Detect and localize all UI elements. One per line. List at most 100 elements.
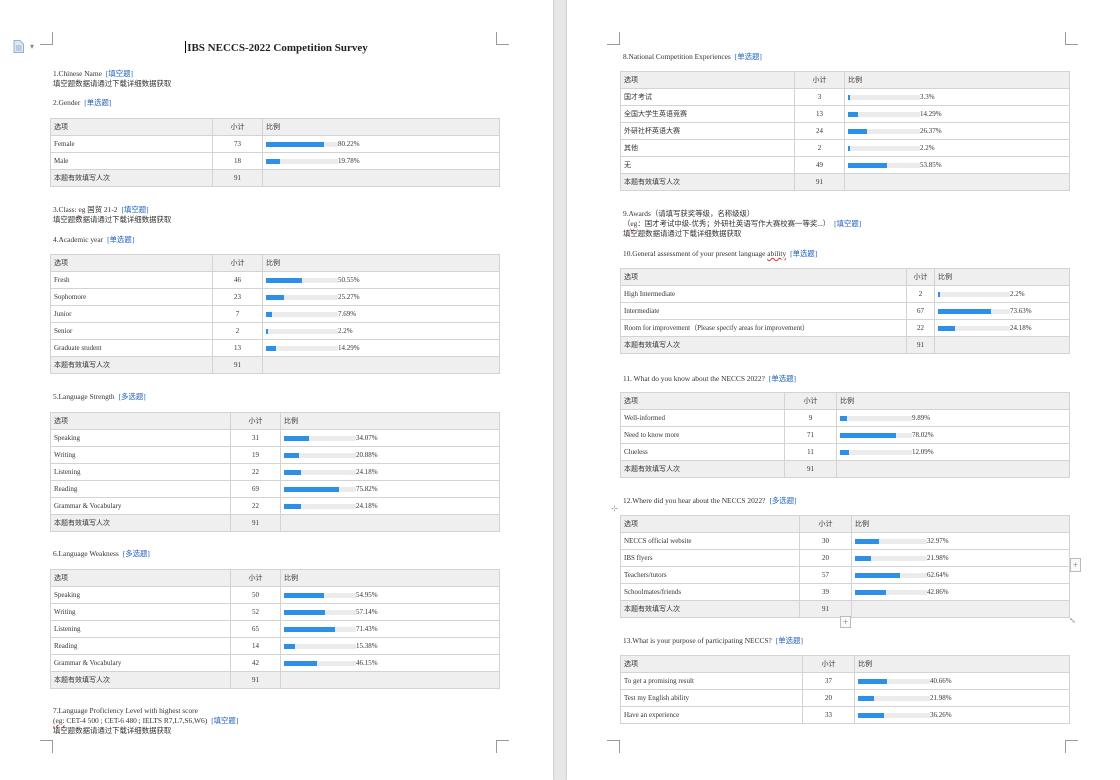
ratio-percent: 80.22% (338, 140, 360, 149)
ratio-bar-fill (284, 503, 302, 509)
header-count: 小计 (230, 569, 281, 587)
ratio-bar (848, 94, 920, 100)
table-total-row: 本题有效填写人次 91 (50, 671, 500, 689)
ratio-percent: 19.78% (338, 157, 360, 166)
valid-total-empty (262, 356, 500, 374)
valid-total-label: 本题有效填写人次 (620, 173, 795, 191)
ratio-bar-fill (284, 452, 300, 458)
table-row: Fresh 46 50.55% (50, 271, 500, 289)
fill-note: 填空题数据请通过下载详细数据获取 (53, 215, 172, 224)
table-row: Reading 14 15.38% (50, 637, 500, 655)
option-count: 20 (799, 549, 852, 567)
option-label: 全国大学生英语竞赛 (620, 105, 795, 123)
ratio-percent: 3.3% (920, 93, 935, 102)
ratio-bar-fill (858, 695, 874, 701)
add-row-button[interactable]: + (840, 616, 851, 628)
question-11: 11. What do you know about the NECCS 202… (623, 374, 796, 384)
ratio-percent: 57.14% (356, 608, 378, 617)
option-ratio: 9.89% (836, 409, 1070, 427)
ratio-percent: 73.63% (1010, 307, 1032, 316)
table-header-row: 选项 小计 比例 (620, 515, 1070, 533)
question-6: 6.Language Weakness [多选题] (53, 549, 150, 559)
q13-results-table: 选项 小计 比例 To get a promising result 37 40.66% T… (620, 655, 1070, 724)
option-ratio: 7.69% (262, 305, 500, 323)
option-ratio: 3.3% (844, 88, 1070, 106)
header-ratio: 比例 (844, 71, 1070, 89)
option-ratio: 25.27% (262, 288, 500, 306)
table-move-handle-icon[interactable]: ⊹ (611, 504, 618, 513)
add-column-button[interactable]: + (1070, 558, 1081, 572)
q6-results-table: 选项 小计 比例 Speaking 50 54.95% Writing 52 57.14% Lis… (50, 569, 500, 689)
option-label: Need to know more (620, 426, 785, 444)
question-type-tag: [单选题] (734, 52, 762, 61)
ratio-bar-fill (284, 660, 318, 666)
ratio-bar (266, 311, 338, 317)
option-count: 46 (212, 271, 263, 289)
option-ratio: 53.85% (844, 156, 1070, 174)
option-label: Junior (50, 305, 213, 323)
question-label: 8.National Competition Experiences (623, 52, 731, 61)
header-count: 小计 (906, 268, 935, 286)
option-label: Grammar & Vocabulary (50, 497, 231, 515)
table-resize-handle-icon[interactable]: ⤡ (1069, 616, 1076, 625)
ratio-bar-fill (266, 311, 272, 317)
ratio-bar-fill (266, 345, 277, 351)
table-row: Writing 19 20.88% (50, 446, 500, 464)
ratio-bar (848, 128, 920, 134)
ratio-bar-fill (284, 469, 302, 475)
ratio-bar-fill (284, 643, 296, 649)
question-2: 2.Gender [单选题] (53, 98, 111, 108)
ratio-bar-fill (848, 145, 850, 151)
option-label: 无 (620, 156, 795, 174)
valid-total-empty (262, 169, 500, 187)
ratio-bar (266, 328, 338, 334)
option-count: 31 (230, 429, 281, 447)
ratio-bar (284, 626, 356, 632)
ratio-percent: 9.89% (912, 414, 931, 423)
table-row: Male 18 19.78% (50, 152, 500, 170)
header-option: 选项 (620, 392, 785, 410)
question-type-tag: [多选题] (769, 496, 797, 505)
ratio-bar (284, 469, 356, 475)
q4-results-table: 选项 小计 比例 Fresh 46 50.55% Sophomore 23 25.27% Juni… (50, 254, 500, 374)
table-row: 无 49 53.85% (620, 156, 1070, 174)
question-type-tag: [多选题] (122, 549, 150, 558)
valid-total-label: 本题有效填写人次 (50, 356, 213, 374)
ratio-bar-fill (284, 435, 309, 441)
table-total-row: 本题有效填写人次 91 (50, 514, 500, 532)
ratio-percent: 24.18% (356, 468, 378, 477)
option-label: IBS flyers (620, 549, 800, 567)
option-ratio: 34.07% (280, 429, 500, 447)
option-ratio: 20.88% (280, 446, 500, 464)
table-row: 外研社杯英语大赛 24 26.37% (620, 122, 1070, 140)
ratio-percent: 36.26% (930, 711, 952, 720)
ratio-bar (284, 660, 356, 666)
crop-mark (496, 740, 509, 753)
ratio-bar (938, 291, 1010, 297)
question-label: 2.Gender (53, 98, 81, 107)
option-label: Teachers/tutors (620, 566, 800, 584)
header-ratio: 比例 (280, 412, 500, 430)
valid-total-count: 91 (230, 514, 281, 532)
document-page-right: 8.National Competition Experiences [单选题] … (567, 0, 1120, 780)
question-type-tag: [多选题] (118, 392, 146, 401)
ratio-bar-fill (840, 415, 848, 421)
option-ratio: 62.64% (851, 566, 1070, 584)
option-label: To get a promising result (620, 672, 803, 690)
header-count: 小计 (212, 118, 263, 136)
option-count: 13 (212, 339, 263, 357)
option-count: 37 (802, 672, 855, 690)
option-label: Intermediate (620, 302, 907, 320)
option-count: 30 (799, 532, 852, 550)
option-count: 49 (794, 156, 845, 174)
ratio-percent: 50.55% (338, 276, 360, 285)
header-ratio: 比例 (851, 515, 1070, 533)
ratio-bar-fill (266, 294, 285, 300)
question-label: 13.What is your purpose of participating… (623, 636, 772, 645)
ratio-percent: 2.2% (338, 327, 353, 336)
table-row: Room for improvement（Please specify area… (620, 319, 1070, 337)
option-count: 24 (794, 122, 845, 140)
option-label: Senior (50, 322, 213, 340)
option-label: Have an experience (620, 706, 803, 724)
option-label: 其他 (620, 139, 795, 157)
